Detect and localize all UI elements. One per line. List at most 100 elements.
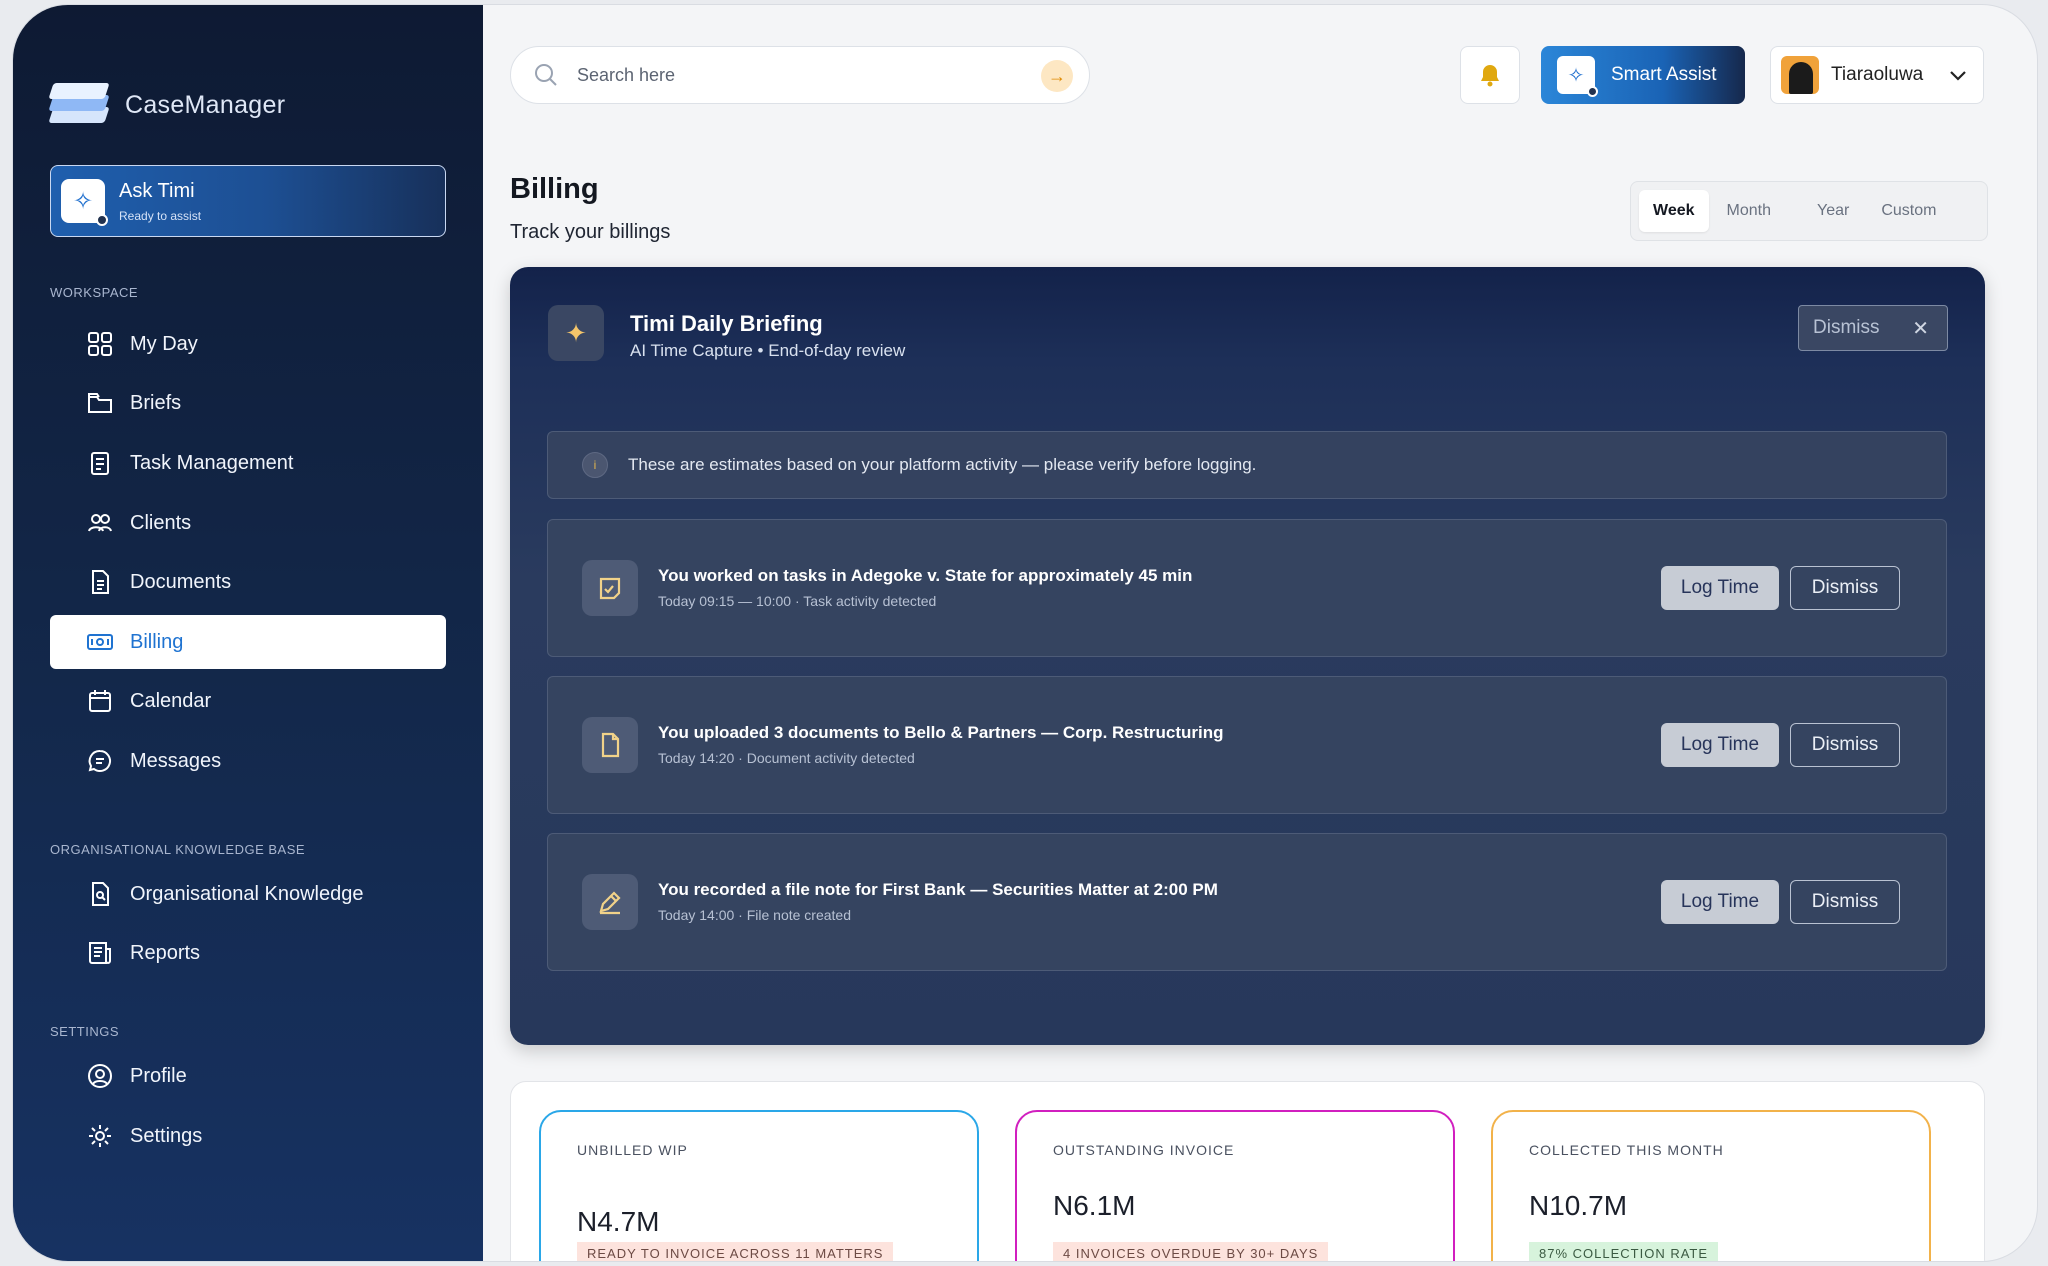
sidebar-item-profile[interactable]: Profile [50,1049,446,1103]
period-month-tab[interactable]: Month [1713,190,1785,232]
info-icon: i [582,452,608,478]
page-subtitle: Track your billings [510,221,671,243]
period-year-tab[interactable]: Year [1803,190,1863,232]
estimate-notice: i These are estimates based on your plat… [547,431,1947,499]
briefing-dismiss-button[interactable]: Dismiss ✕ [1798,305,1948,351]
dismiss-button[interactable]: Dismiss [1790,880,1900,924]
stat-label: UNBILLED WIP [577,1142,688,1158]
stat-badge: READY TO INVOICE ACROSS 11 MATTERS [577,1242,894,1261]
sidebar-item-label: My Day [130,332,198,355]
sidebar-item-label: Calendar [130,689,212,712]
knowledge-icon [86,880,114,908]
page-title: Billing [510,173,599,205]
money-icon [86,628,114,656]
pencil-icon [582,874,638,930]
sidebar-item-briefs[interactable]: Briefs [50,376,446,430]
period-selector: Week Month Year Custom [1630,181,1988,241]
stat-card-collected-this-month[interactable]: COLLECTED THIS MONTH N10.7M 87% COLLECTI… [1491,1110,1931,1261]
smart-assist-label: Smart Assist [1611,64,1717,85]
avatar [1781,56,1819,94]
sidebar-item-label: Reports [130,941,201,964]
message-icon [86,747,114,775]
sidebar-item-label: Organisational Knowledge [130,882,364,905]
search-input[interactable]: Search here [577,65,675,86]
file-icon [582,717,638,773]
period-custom-tab[interactable]: Custom [1867,190,1950,232]
sidebar-item-messages[interactable]: Messages [50,734,446,788]
sidebar-item-documents[interactable]: Documents [50,555,446,609]
daily-briefing-panel: ✦ Timi Daily Briefing AI Time Capture • … [510,267,1985,1045]
arrow-right-icon[interactable]: → [1041,60,1073,92]
logo-icon [48,83,111,127]
sidebar-item-my-day[interactable]: My Day [50,317,446,371]
sidebar-item-label: Billing [130,630,184,653]
ask-timi-status: Ready to assist [119,208,202,223]
activity-meta: Today 14:20 · Document activity detected [658,750,915,766]
app-logo[interactable]: CaseManager [48,83,286,127]
section-label-workspace: WORKSPACE [50,285,139,300]
section-label-settings: SETTINGS [50,1024,120,1039]
stat-card-unbilled-wip[interactable]: UNBILLED WIP N4.7M READY TO INVOICE ACRO… [539,1110,979,1261]
sparkle-icon: ✧ [1557,56,1598,97]
sparkle-icon: ✧ [61,179,108,226]
log-time-button[interactable]: Log Time [1661,566,1779,610]
user-menu[interactable]: Tiaraoluwa [1770,46,1984,104]
dismiss-button[interactable]: Dismiss [1790,566,1900,610]
stat-value: N6.1M [1053,1190,1136,1221]
app-window: CaseManager ✧ Ask Timi Ready to assist W… [12,4,2038,1262]
activity-card: You worked on tasks in Adegoke v. State … [547,519,1947,657]
search-icon [535,64,557,86]
sidebar-item-calendar[interactable]: Calendar [50,674,446,728]
activity-title: You worked on tasks in Adegoke v. State … [658,566,1193,585]
sidebar-item-billing[interactable]: Billing [50,615,446,669]
close-icon: ✕ [1912,317,1929,340]
stat-value: N4.7M [577,1206,660,1237]
briefing-title: Timi Daily Briefing [630,311,823,336]
smart-assist-button[interactable]: ✧ Smart Assist [1541,46,1745,104]
sidebar: CaseManager ✧ Ask Timi Ready to assist W… [13,5,483,1261]
sidebar-item-label: Profile [130,1064,187,1087]
grid-icon [86,330,114,358]
task-icon [582,560,638,616]
activity-meta: Today 09:15 — 10:00 · Task activity dete… [658,593,937,609]
document-icon [86,568,114,596]
sidebar-item-clients[interactable]: Clients [50,496,446,550]
app-name: CaseManager [125,90,286,119]
sidebar-item-task-management[interactable]: Task Management [50,436,446,490]
sidebar-item-label: Task Management [130,451,294,474]
ask-timi-title: Ask Timi [119,179,195,202]
activity-card: You uploaded 3 documents to Bello & Part… [547,676,1947,814]
activity-title: You recorded a file note for First Bank … [658,880,1218,899]
user-name: Tiaraoluwa [1831,64,1924,85]
dismiss-label: Dismiss [1813,317,1880,338]
sidebar-item-label: Messages [130,749,222,772]
sidebar-item-organisational-knowledge[interactable]: Organisational Knowledge [50,867,446,921]
gear-icon [86,1122,114,1150]
activity-card: You recorded a file note for First Bank … [547,833,1947,971]
sidebar-item-label: Settings [130,1124,203,1147]
period-week-tab[interactable]: Week [1639,190,1709,232]
section-label-knowledge-base: ORGANISATIONAL KNOWLEDGE BASE [50,842,306,857]
activity-title: You uploaded 3 documents to Bello & Part… [658,723,1224,742]
sidebar-item-settings[interactable]: Settings [50,1109,446,1163]
dismiss-button[interactable]: Dismiss [1790,723,1900,767]
briefing-subtitle: AI Time Capture • End-of-day review [630,341,906,360]
bell-icon [1481,65,1499,87]
search-bar[interactable]: Search here → [510,46,1090,104]
notifications-button[interactable] [1460,46,1520,104]
stat-badge: 87% COLLECTION RATE [1529,1242,1719,1261]
stat-card-outstanding-invoice[interactable]: OUTSTANDING INVOICE N6.1M 4 INVOICES OVE… [1015,1110,1455,1261]
activity-meta: Today 14:00 · File note created [658,907,852,923]
reports-icon [86,939,114,967]
log-time-button[interactable]: Log Time [1661,723,1779,767]
stat-value: N10.7M [1529,1190,1628,1221]
clipboard-icon [86,449,114,477]
sidebar-item-reports[interactable]: Reports [50,926,446,980]
sparkle-icon: ✦ [548,305,604,361]
stat-badge: 4 INVOICES OVERDUE BY 30+ DAYS [1053,1242,1329,1261]
folder-icon [86,389,114,417]
stat-label: OUTSTANDING INVOICE [1053,1142,1235,1158]
log-time-button[interactable]: Log Time [1661,880,1779,924]
stat-label: COLLECTED THIS MONTH [1529,1142,1724,1158]
ask-timi-button[interactable]: ✧ Ask Timi Ready to assist [50,165,446,237]
